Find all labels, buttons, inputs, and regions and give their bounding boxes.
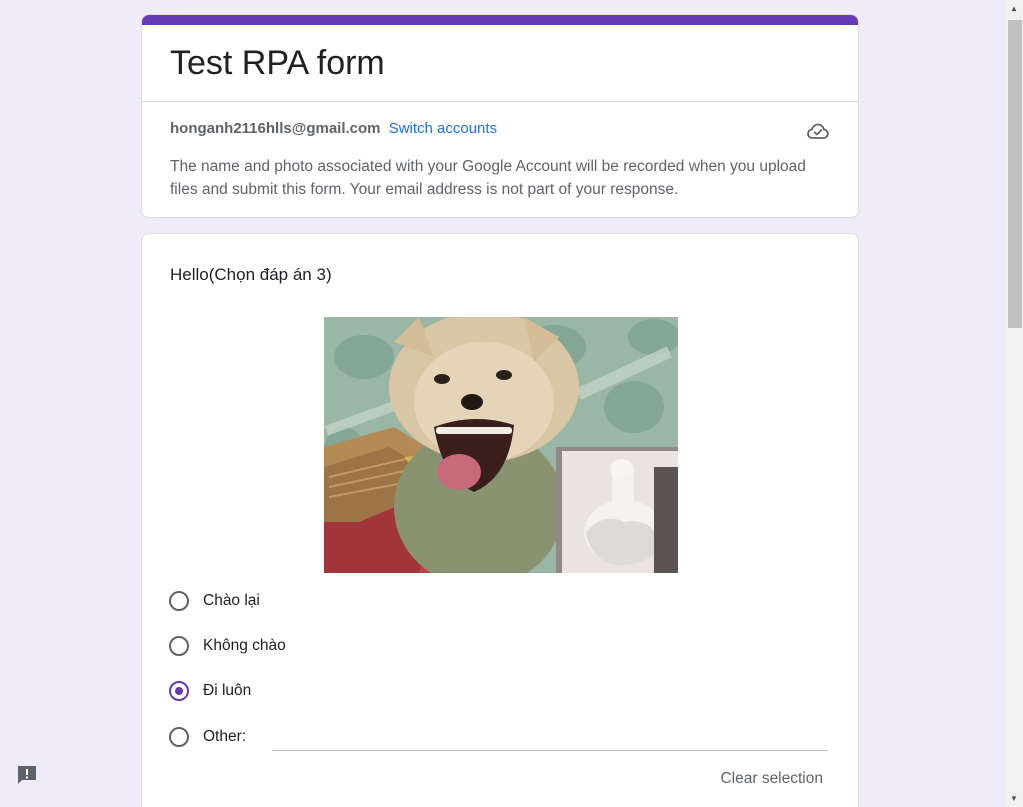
scroll-thumb[interactable]: [1008, 20, 1022, 328]
question-title: Hello(Chọn đáp án 3): [170, 265, 332, 284]
option-label: Other:: [203, 728, 247, 745]
option-di-luon[interactable]: Đi luôn: [169, 678, 251, 704]
account-email: honganh2116hlls@gmail.com: [170, 120, 381, 137]
radio-button[interactable]: [169, 591, 189, 611]
option-label: Chào lại: [203, 592, 260, 609]
radio-button-selected[interactable]: [169, 681, 189, 701]
account-note: The name and photo associated with your …: [170, 158, 806, 198]
cloud-done-icon: [806, 119, 830, 143]
form-header-card: Test RPA form honganh2116hlls@gmail.com …: [141, 14, 859, 218]
scroll-up-arrow-icon[interactable]: ▲: [1005, 0, 1023, 17]
option-label: Đi luôn: [203, 682, 252, 699]
form-title: Test RPA form: [170, 44, 385, 82]
option-other[interactable]: Other:: [169, 724, 246, 750]
report-icon[interactable]: [15, 763, 39, 787]
clear-selection-button[interactable]: Clear selection: [720, 770, 823, 788]
question-card: Hello(Chọn đáp án 3) Chào lại Không chào…: [141, 233, 859, 807]
other-text-input[interactable]: [272, 724, 828, 751]
option-chao-lai[interactable]: Chào lại: [169, 588, 260, 614]
header-divider: [142, 101, 858, 102]
question-image: [324, 317, 678, 573]
account-row: honganh2116hlls@gmail.com Switch account…: [170, 119, 497, 139]
header-accent-bar: [142, 15, 858, 25]
option-khong-chao[interactable]: Không chào: [169, 633, 286, 659]
radio-button[interactable]: [169, 727, 189, 747]
switch-accounts-link[interactable]: Switch accounts: [389, 120, 497, 137]
radio-button[interactable]: [169, 636, 189, 656]
vertical-scrollbar[interactable]: ▲ ▼: [1004, 0, 1023, 807]
form-page: Test RPA form honganh2116hlls@gmail.com …: [0, 0, 1023, 807]
scroll-down-arrow-icon[interactable]: ▼: [1005, 790, 1023, 807]
option-label: Không chào: [203, 637, 286, 654]
